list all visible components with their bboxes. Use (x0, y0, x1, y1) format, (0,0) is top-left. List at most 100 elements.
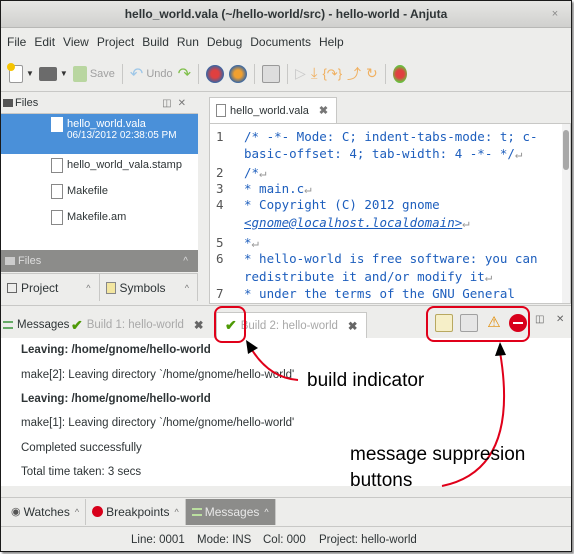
save-button-label: Save (89, 67, 115, 80)
close-tab-icon[interactable]: ✖ (348, 319, 358, 333)
menu-file[interactable]: File (1, 29, 30, 55)
editor-area: hello_world.vala ✖ 1 2 3 4 5 6 7 /* -*- … (199, 93, 571, 304)
editor-tabs: hello_world.vala ✖ (199, 93, 571, 123)
close-tab-icon[interactable]: ✖ (194, 318, 204, 332)
status-mode: Mode: INS (197, 534, 252, 546)
save-icon (72, 65, 87, 82)
project-icon (7, 282, 17, 293)
code-line: redistribute it and/or modify it (244, 269, 485, 284)
tab-build-1-label: Build 1: hello-world (86, 319, 184, 331)
file-item-stamp[interactable]: hello_world_vala.stamp (1, 154, 198, 180)
file-icon (51, 158, 63, 173)
tab-breakpoints[interactable]: Breakpoints ^ (86, 498, 186, 525)
redo-button[interactable]: ↷ (178, 64, 191, 84)
file-name: hello_world_vala.stamp (67, 159, 182, 171)
menu-documents[interactable]: Documents (246, 29, 315, 55)
step-over-button[interactable]: {↷} (322, 66, 342, 82)
debug-button[interactable] (262, 64, 281, 83)
menu-run[interactable]: Run (173, 29, 203, 55)
messages-icon (191, 507, 202, 516)
step-in-button[interactable]: ⤓ (311, 65, 318, 82)
file-item-makefile-am[interactable]: Makefile.am (1, 206, 198, 232)
editor-tab-label: hello_world.vala (230, 104, 309, 117)
file-item-makefile[interactable]: Makefile (1, 180, 198, 206)
breakpoint-icon (92, 506, 104, 517)
code-line: * hello-world is free software: you can (244, 251, 538, 266)
chevron-up-icon: ^ (184, 282, 189, 293)
menu-help[interactable]: Help (315, 29, 348, 55)
debug-icon (262, 64, 281, 83)
run-button[interactable]: ▷ (295, 65, 306, 82)
tab-hello-world-vala[interactable]: hello_world.vala ✖ (209, 97, 338, 123)
file-item-hello-world-vala[interactable]: hello_world.vala 06/13/2012 02:38:05 PM (1, 114, 198, 154)
code-line: * Copyright (C) 2012 gnome (244, 197, 440, 212)
status-line: Line: 0001 (131, 534, 185, 546)
build-button[interactable] (229, 64, 248, 83)
files-panel-header: Files ◫✕ (1, 93, 198, 113)
file-icon (51, 210, 63, 225)
toolbar-separator (254, 63, 256, 84)
step-out-button[interactable]: ⤴ (347, 64, 361, 84)
open-button[interactable]: ▼ (38, 66, 68, 81)
suppression-buttons-highlight (426, 306, 530, 342)
menu-edit[interactable]: Edit (30, 29, 59, 55)
menu-build[interactable]: Build (138, 29, 173, 55)
line-number: 7 (216, 286, 224, 301)
tab-watches[interactable]: ◉ Watches ^ (5, 498, 87, 525)
files-collapsed-tab[interactable]: Files ^ (1, 250, 198, 272)
tab-symbols-label: Symbols (119, 280, 166, 295)
message-line: make[1]: Leaving directory `/home/gnome/… (21, 417, 295, 429)
panel-close-icon[interactable]: ✕ (556, 314, 564, 325)
build-icon (229, 64, 248, 83)
line-end-icon: ↵ (251, 235, 260, 250)
annotation-message-suppression-line1: message suppresion (350, 444, 526, 465)
status-project: Project: hello-world (319, 534, 417, 546)
file-name: Makefile (67, 185, 108, 197)
new-button[interactable]: ▼ (7, 62, 34, 83)
code-line: <gnome@localhost.localdomain> (244, 215, 463, 230)
continue-button[interactable]: ↻ (366, 65, 378, 82)
panel-header-buttons[interactable]: ◫✕ (162, 98, 192, 109)
tab-project[interactable]: Project ^ (1, 274, 100, 301)
continue-icon: ↻ (366, 65, 378, 81)
undo-button[interactable]: ↶ Undo (130, 64, 173, 84)
play-icon: ▷ (295, 65, 306, 81)
panel-dock-icon[interactable]: ◫ (535, 314, 544, 325)
tab-breakpoints-label: Breakpoints (106, 504, 170, 519)
file-name: Makefile.am (67, 211, 127, 223)
menu-view[interactable]: View (59, 29, 93, 55)
symbols-icon (105, 281, 116, 294)
line-number: 2 (216, 165, 224, 180)
menu-project[interactable]: Project (93, 29, 138, 55)
redo-icon: ↷ (177, 65, 192, 83)
status-bar: Line: 0001 Mode: INS Col: 000 Project: h… (1, 526, 571, 551)
stop-debug-button[interactable] (392, 64, 407, 83)
editor-scrollbar[interactable] (562, 124, 570, 303)
tab-build-1[interactable]: ✔ Build 1: hello-world ✖ (71, 312, 204, 338)
window-title: hello_world.vala (~/hello-world/src) - h… (124, 7, 448, 21)
code-line: /* -*- Mode: C; indent-tabs-mode: t; c- (244, 129, 538, 144)
tab-symbols[interactable]: Symbols ^ (100, 274, 198, 301)
save-button[interactable]: Save (72, 65, 115, 82)
folder-icon (38, 66, 57, 81)
compile-button[interactable] (206, 64, 225, 83)
menu-debug[interactable]: Debug (203, 29, 246, 55)
chevron-up-icon: ^ (264, 506, 269, 517)
line-number: 1 (216, 129, 224, 144)
line-end-icon: ↵ (484, 269, 493, 284)
files-bar-icon (5, 257, 15, 265)
window-close-button[interactable]: × (547, 6, 563, 22)
close-tab-icon[interactable]: ✖ (319, 104, 328, 117)
tab-messages-label: Messages (204, 504, 260, 519)
message-line: Total time taken: 3 secs (21, 466, 142, 478)
checkmark-icon: ✔ (71, 316, 83, 333)
step-in-icon: ⤓ (310, 65, 318, 82)
line-number-gutter: 1 2 3 4 5 6 7 (210, 124, 240, 303)
tab-messages[interactable]: Messages ^ (185, 498, 276, 525)
scrollbar-thumb[interactable] (563, 130, 569, 170)
code-editor[interactable]: 1 2 3 4 5 6 7 /* -*- Mode: C; indent-tab… (209, 123, 571, 304)
step-over-icon: {↷} (322, 65, 343, 81)
line-number: 3 (216, 181, 224, 196)
messages-panel-header: Messages (3, 312, 69, 338)
file-icon (51, 117, 63, 132)
